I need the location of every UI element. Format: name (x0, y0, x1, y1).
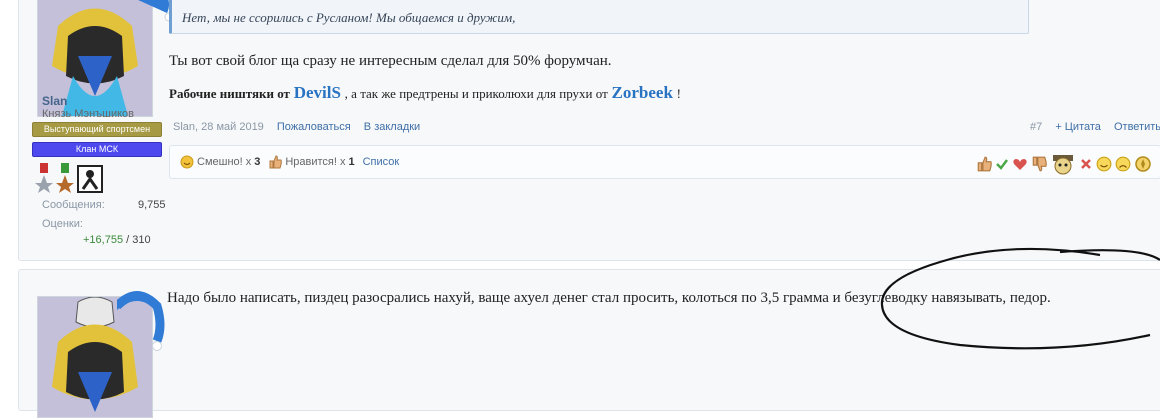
messages-stat: Сообщения: 9,755 (42, 199, 166, 211)
banner-clan: Клан МСК (32, 142, 162, 157)
quote-button[interactable]: + Цитата (1055, 121, 1101, 133)
user-awards (35, 163, 103, 193)
signature-middle: , а так же предтрены и приколюхи для пру… (344, 86, 608, 101)
signature-prefix: Рабочие ништяки от (169, 86, 290, 101)
funny-label: Смешно! (197, 156, 243, 168)
ratings-label: Оценки: (42, 218, 83, 230)
meta-author[interactable]: Slan (173, 121, 195, 133)
ratings-total: / 310 (126, 234, 151, 246)
signature-link-devils[interactable]: DevilS (294, 83, 341, 102)
like-x: x (339, 156, 346, 168)
heart-icon[interactable] (1012, 157, 1028, 171)
funny-x: x (245, 156, 252, 168)
medal-icon[interactable] (35, 163, 53, 193)
meta-date[interactable]: 28 май 2019 (201, 121, 264, 133)
quote-text: Нет, мы не ссорились с Русланом! Мы обща… (182, 10, 516, 25)
user-title: Князь Мэнъшиков (42, 108, 134, 120)
athlete-badge-icon[interactable] (77, 165, 103, 193)
username[interactable]: Slan (42, 94, 67, 108)
rating-buttons (976, 153, 1152, 175)
funny-count: 3 (254, 156, 261, 168)
post-number[interactable]: #7 (1030, 121, 1042, 133)
reply-button[interactable]: Ответить (1114, 121, 1160, 133)
ratings-stat: Оценки: (42, 218, 83, 230)
message-text: Ты вот свой блог ща сразу не интересным … (169, 53, 612, 69)
bookmark-link[interactable]: В закладки (364, 121, 420, 133)
x-icon[interactable] (1079, 157, 1093, 171)
report-link[interactable]: Пожаловаться (277, 121, 351, 133)
signature: Рабочие ништяки от DevilS , а так же пре… (169, 83, 681, 103)
ratings-positive[interactable]: +16,755 (83, 234, 123, 246)
like-label: Нравится! (285, 156, 337, 168)
signature-suffix: ! (676, 86, 681, 101)
post-actions: #7 + Цитата Ответить (1030, 121, 1160, 133)
thumbs-down-icon[interactable] (1031, 156, 1047, 172)
thumbs-up-rate-icon[interactable] (976, 156, 992, 172)
reactions-summary: Смешно! x 3 Нравится! x 1 Список (180, 155, 399, 169)
check-icon[interactable] (995, 157, 1009, 171)
smile-icon (180, 155, 194, 169)
face-hat-icon[interactable] (1050, 153, 1076, 175)
smiley-icon[interactable] (1096, 156, 1112, 172)
sad-icon[interactable] (1115, 156, 1131, 172)
post-8: Надо было написать, пиздец разосрались н… (18, 269, 1160, 418)
messages-label: Сообщения: (42, 199, 105, 211)
santa-hat-icon (117, 291, 165, 351)
banner-athlete: Выступающий спортсмен (32, 122, 162, 137)
reactions-bar: Смешно! x 3 Нравится! x 1 Список (169, 145, 1160, 179)
messages-value[interactable]: 9,755 (138, 199, 166, 211)
medal-icon[interactable] (56, 163, 74, 193)
ratings-values: +16,755 / 310 (83, 234, 151, 246)
thumb-up-icon (269, 155, 283, 169)
reactions-list-link[interactable]: Список (363, 156, 400, 168)
post-7: Slan Князь Мэнъшиков Выступающий спортсм… (18, 0, 1160, 261)
post-meta: Slan, 28 май 2019 Пожаловаться В закладк… (173, 121, 421, 133)
signature-link-zorbeek[interactable]: Zorbeek (612, 83, 673, 102)
quote-block: Нет, мы не ссорились с Русланом! Мы обща… (169, 0, 1029, 34)
compass-icon[interactable] (1134, 155, 1152, 173)
like-count: 1 (348, 156, 355, 168)
message-text: Надо было написать, пиздец разосрались н… (167, 290, 1051, 306)
